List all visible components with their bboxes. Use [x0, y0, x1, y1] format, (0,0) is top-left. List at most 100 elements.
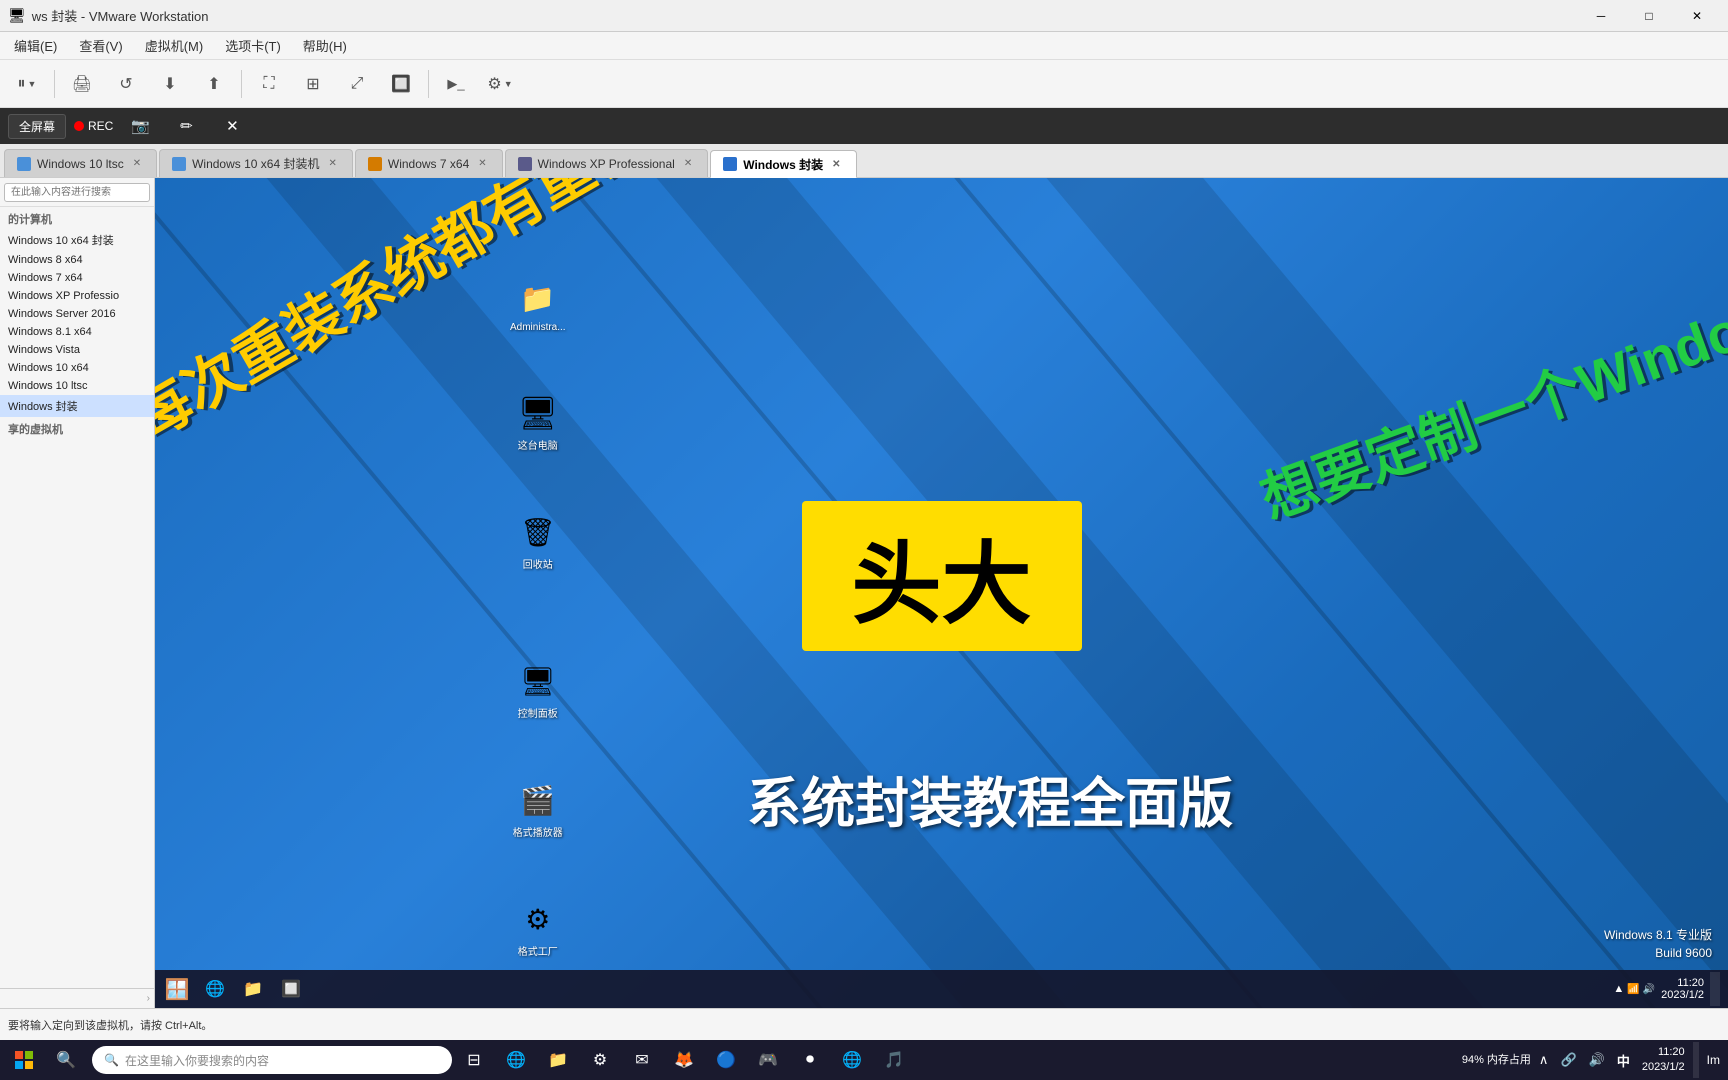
- desktop-icon-controlpanel[interactable]: 🖥 控制面板: [510, 661, 566, 720]
- host-app-rec[interactable]: ⏺: [790, 1042, 830, 1078]
- tab-win7x64[interactable]: Windows 7 x64 ✕: [355, 149, 503, 177]
- sidebar: 的计算机 Windows 10 x64 封装 Windows 8 x64 Win…: [0, 178, 155, 1008]
- host-app-gear[interactable]: ⚙: [580, 1042, 620, 1078]
- tab-winpack-close[interactable]: ✕: [829, 158, 843, 171]
- menu-bar: 编辑(E) 查看(V) 虚拟机(M) 选项卡(T) 帮助(H): [0, 32, 1728, 60]
- settings-button[interactable]: ⚙ ▼: [481, 65, 519, 103]
- rec-label: REC: [88, 119, 113, 133]
- host-tray-arrow[interactable]: ∧: [1535, 1050, 1553, 1070]
- sidebar-item-win7x64[interactable]: Windows 7 x64: [0, 269, 154, 287]
- desktop-icon-admin[interactable]: 📁 Administra...: [510, 278, 566, 333]
- yellow-headache-box: 头大: [802, 501, 1082, 651]
- sidebar-item-win10ltsc[interactable]: Windows 10 ltsc: [0, 377, 154, 395]
- menu-help[interactable]: 帮助(H): [293, 34, 357, 57]
- host-app-global[interactable]: 🌐: [832, 1042, 872, 1078]
- host-search-bar[interactable]: 🔍 在这里输入你要搜索的内容: [92, 1046, 452, 1074]
- sidebar-item-win8x64[interactable]: Windows 8 x64: [0, 251, 154, 269]
- vm-taskbar-explorer[interactable]: 📁: [235, 972, 271, 1006]
- tab-win10ltsc-close[interactable]: ✕: [130, 157, 144, 170]
- status-bar: 要将输入定向到该虚拟机，请按 Ctrl+Alt。: [0, 1008, 1728, 1040]
- host-taskview-button[interactable]: ⊟: [454, 1042, 494, 1078]
- vm-taskbar-media[interactable]: 🔲: [273, 972, 309, 1006]
- host-start-button[interactable]: [4, 1042, 44, 1078]
- vm-taskbar-ie[interactable]: 🌐: [197, 972, 233, 1006]
- sidebar-item-win10x64pack[interactable]: Windows 10 x64 封装: [0, 229, 154, 251]
- sidebar-section-shared: 享的虚拟机: [0, 417, 154, 439]
- host-app-explorer[interactable]: 📁: [538, 1042, 578, 1078]
- tab-win10x64-close[interactable]: ✕: [325, 157, 339, 170]
- snapshot-up-button[interactable]: ⬆: [195, 65, 233, 103]
- vm-start-button[interactable]: 🪟: [159, 971, 195, 1007]
- host-show-desktop-btn[interactable]: [1693, 1042, 1699, 1078]
- tab-winpack-label: Windows 封装: [743, 156, 823, 173]
- sidebar-list: 的计算机 Windows 10 x64 封装 Windows 8 x64 Win…: [0, 207, 154, 988]
- windows-logo-icon: [15, 1051, 33, 1069]
- sidebar-resize-handle[interactable]: ›: [0, 988, 154, 1008]
- sidebar-item-win81x64[interactable]: Windows 8.1 x64: [0, 323, 154, 341]
- menu-tabs[interactable]: 选项卡(T): [215, 34, 291, 57]
- tab-winpack[interactable]: Windows 封装 ✕: [710, 150, 856, 178]
- snapshot-down-button[interactable]: ⬇: [151, 65, 189, 103]
- desktop-icon-mypc[interactable]: 🖥 这台电脑: [510, 393, 566, 452]
- tab-winxp-close[interactable]: ✕: [681, 157, 695, 170]
- sidebar-item-winxppro[interactable]: Windows XP Professio: [0, 287, 154, 305]
- app-icon: 🖥: [8, 7, 26, 24]
- sidebar-item-winpack[interactable]: Windows 封装: [0, 395, 154, 417]
- tab-win10ltsc[interactable]: Windows 10 ltsc ✕: [4, 149, 157, 177]
- host-app-edge[interactable]: 🌐: [496, 1042, 536, 1078]
- host-system-tray: 94% 内存占用 ∧ 🔗 🔊 中 11:20 2023/1/2 Im: [1462, 1042, 1724, 1078]
- host-app-mail[interactable]: ✉: [622, 1042, 662, 1078]
- tab-win10x64[interactable]: Windows 10 x64 封装机 ✕: [159, 149, 353, 177]
- vm-tabs: Windows 10 ltsc ✕ Windows 10 x64 封装机 ✕ W…: [0, 144, 1728, 178]
- tab-win7x64-close[interactable]: ✕: [475, 157, 489, 170]
- desktop-icon-recycle[interactable]: 🗑 回收站: [510, 512, 566, 571]
- vm-show-desktop-btn[interactable]: [1710, 972, 1720, 1006]
- fullscreen-button[interactable]: ⛶: [250, 65, 288, 103]
- refresh-button[interactable]: ↺: [107, 65, 145, 103]
- pen-button[interactable]: ✏: [167, 107, 205, 145]
- host-app-game[interactable]: 🎮: [748, 1042, 788, 1078]
- maximize-button[interactable]: □: [1626, 0, 1672, 32]
- vm-tray-arrow[interactable]: ▲: [1613, 983, 1624, 995]
- host-search-button[interactable]: 🔍: [46, 1042, 86, 1078]
- host-im-indicator[interactable]: Im: [1703, 1053, 1724, 1067]
- pause-button[interactable]: ⏸ ▼: [8, 65, 46, 103]
- host-taskbar: 🔍 🔍 在这里输入你要搜索的内容 ⊟ 🌐 📁 ⚙ ✉ 🦊 🔵 🎮 ⏺ 🌐 🎵 9…: [0, 1040, 1728, 1080]
- print-button[interactable]: 🖨: [63, 65, 101, 103]
- sidebar-item-win10x64[interactable]: Windows 10 x64: [0, 359, 154, 377]
- sidebar-search-container: [0, 178, 154, 207]
- host-tray-network[interactable]: 🔗: [1556, 1050, 1580, 1070]
- host-app-blue[interactable]: 🔵: [706, 1042, 746, 1078]
- vm-display-area[interactable]: 📁 Administra... 🖥 这台电脑 🗑 回收站 🖥 控制面板 🎬: [155, 178, 1728, 1008]
- search-input[interactable]: [4, 183, 150, 202]
- tab-win7x64-icon: [368, 157, 382, 171]
- toolbar2-close-button[interactable]: ✕: [213, 107, 251, 145]
- win-version-info: Windows 8.1 专业版 Build 9600: [1604, 926, 1712, 962]
- zoom-button[interactable]: 🔲: [382, 65, 420, 103]
- host-tray-lang[interactable]: 中: [1613, 1049, 1634, 1072]
- host-app-media[interactable]: 🎵: [874, 1042, 914, 1078]
- sidebar-item-winserver2016[interactable]: Windows Server 2016: [0, 305, 154, 323]
- tab-win10x64-label: Windows 10 x64 封装机: [192, 155, 319, 172]
- toolbar-separator-1: [54, 70, 55, 98]
- sidebar-item-winvista[interactable]: Windows Vista: [0, 341, 154, 359]
- desktop-icon-player[interactable]: 🎬 格式播放器: [510, 780, 566, 839]
- unity-button[interactable]: ⊞: [294, 65, 332, 103]
- tab-winxp-icon: [518, 157, 532, 171]
- desktop-icon-controlpanel-label: 控制面板: [518, 705, 558, 720]
- host-tray-sound[interactable]: 🔊: [1585, 1050, 1609, 1070]
- host-app-browser[interactable]: 🦊: [664, 1042, 704, 1078]
- host-time: 11:20: [1642, 1045, 1685, 1060]
- menu-edit[interactable]: 编辑(E): [4, 34, 67, 57]
- close-button[interactable]: ✕: [1674, 0, 1720, 32]
- desktop-icon-factory[interactable]: ⚙ 格式工厂: [510, 899, 566, 958]
- menu-vm[interactable]: 虚拟机(M): [135, 34, 214, 57]
- fullscreen-toggle[interactable]: 全屏幕: [8, 114, 66, 139]
- menu-view[interactable]: 查看(V): [69, 34, 132, 57]
- console-button[interactable]: ▶_: [437, 65, 475, 103]
- stretch-button[interactable]: ⤢: [338, 65, 376, 103]
- sidebar-section-mycomputer: 的计算机: [0, 207, 154, 229]
- tab-winxp[interactable]: Windows XP Professional ✕: [505, 149, 709, 177]
- camera-button[interactable]: 📷: [121, 107, 159, 145]
- minimize-button[interactable]: ─: [1578, 0, 1624, 32]
